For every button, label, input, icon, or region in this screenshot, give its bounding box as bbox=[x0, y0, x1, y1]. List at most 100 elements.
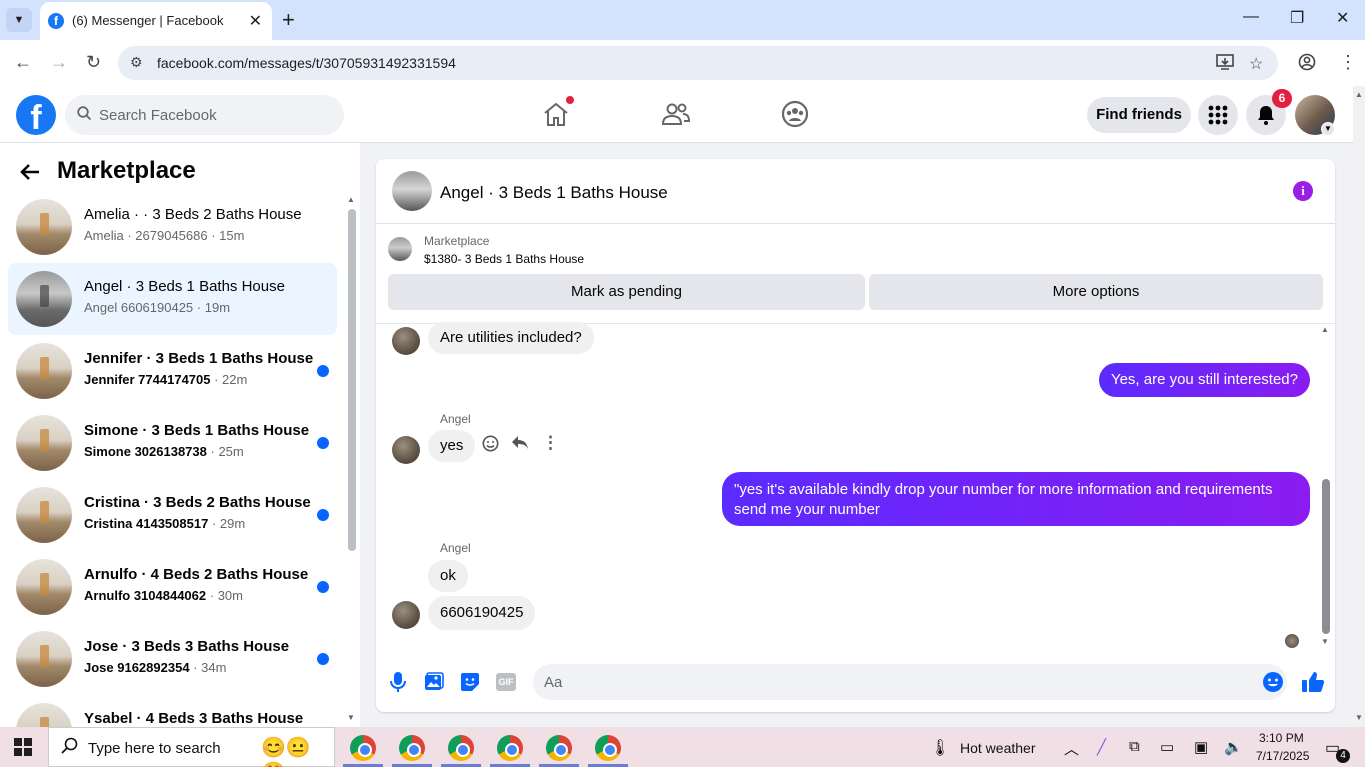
chrome-icon[interactable] bbox=[497, 735, 523, 761]
back-arrow-icon[interactable]: ← bbox=[14, 52, 32, 73]
groups-icon[interactable] bbox=[775, 98, 815, 130]
conversation-preview: Jose 9162892354 · 34m bbox=[84, 660, 227, 675]
incoming-message[interactable]: yes bbox=[428, 430, 476, 462]
outgoing-message[interactable]: "yes it's available kindly drop your num… bbox=[722, 472, 1310, 526]
meet-now-icon[interactable]: ⧉ bbox=[1129, 738, 1140, 755]
chevron-up-icon[interactable]: ︿ bbox=[1064, 738, 1079, 759]
chrome-icon[interactable] bbox=[399, 735, 425, 761]
chrome-icon[interactable] bbox=[350, 735, 376, 761]
chat-title[interactable]: Angel · 3 Beds 1 Baths House bbox=[440, 183, 668, 203]
scroll-down-icon[interactable]: ▼ bbox=[347, 713, 355, 722]
reload-icon[interactable]: ↻ bbox=[86, 52, 101, 73]
gif-icon[interactable]: GIF bbox=[492, 668, 520, 696]
conversation-item[interactable]: Arnulfo · 4 Beds 2 Baths House Arnulfo 3… bbox=[8, 551, 337, 623]
listing-title[interactable]: $1380- 3 Beds 1 Baths House bbox=[424, 252, 584, 266]
account-icon[interactable] bbox=[1298, 53, 1316, 76]
chat-avatar[interactable] bbox=[392, 171, 432, 211]
chrome-icon[interactable] bbox=[595, 735, 621, 761]
network-icon[interactable]: ▣ bbox=[1194, 738, 1208, 756]
window-close-icon[interactable]: ✕ bbox=[1336, 8, 1349, 28]
emoji-icon[interactable] bbox=[1259, 668, 1287, 696]
search-input[interactable] bbox=[99, 95, 329, 135]
photo-icon[interactable] bbox=[420, 668, 448, 696]
windows-icon[interactable] bbox=[14, 738, 32, 756]
conversation-name: Jennifer · 3 Beds 1 Baths House bbox=[84, 350, 314, 367]
volume-icon[interactable]: 🔈 bbox=[1224, 738, 1243, 756]
conversation-item[interactable]: Ysabel · 4 Beds 3 Baths House bbox=[8, 695, 337, 727]
address-bar[interactable]: ⚙ facebook.com/messages/t/30705931492331… bbox=[118, 46, 1278, 80]
conversation-item[interactable]: Angel · 3 Beds 1 Baths House Angel 66061… bbox=[8, 263, 337, 335]
mark-as-pending-button[interactable]: Mark as pending bbox=[388, 274, 865, 310]
account-chevron-icon[interactable]: ▼ bbox=[1321, 122, 1335, 136]
sticker-icon[interactable] bbox=[456, 668, 484, 696]
chrome-icon[interactable] bbox=[546, 735, 572, 761]
sender-avatar[interactable] bbox=[392, 327, 420, 355]
unread-dot bbox=[317, 509, 329, 521]
apps-grid-icon[interactable] bbox=[1198, 95, 1238, 135]
sender-avatar[interactable] bbox=[392, 436, 420, 464]
find-friends-button[interactable]: Find friends bbox=[1087, 97, 1191, 133]
taskbar-search[interactable]: Type here to search 😊😐😍 bbox=[48, 727, 335, 767]
more-icon[interactable]: ⋮ bbox=[542, 433, 559, 453]
tab-search-button[interactable]: ▼ bbox=[6, 8, 32, 32]
url-text[interactable]: facebook.com/messages/t/3070593149233159… bbox=[157, 55, 456, 71]
new-tab-button[interactable]: + bbox=[282, 7, 295, 33]
browser-tab[interactable]: f (6) Messenger | Facebook ✕ bbox=[40, 2, 272, 40]
conversation-item[interactable]: Cristina · 3 Beds 2 Baths House Cristina… bbox=[8, 479, 337, 551]
conversation-item[interactable]: Jose · 3 Beds 3 Baths House Jose 9162892… bbox=[8, 623, 337, 695]
thermometer-icon: 🌡 bbox=[930, 740, 951, 757]
listing-thumbnail bbox=[16, 703, 72, 727]
listing-thumbnail bbox=[16, 271, 72, 327]
more-options-button[interactable]: More options bbox=[869, 274, 1323, 310]
battery-icon[interactable]: ▭ bbox=[1160, 738, 1174, 756]
conversation-item[interactable]: Simone · 3 Beds 1 Baths House Simone 302… bbox=[8, 407, 337, 479]
scrollbar-thumb[interactable] bbox=[348, 209, 356, 551]
conversation-name: Ysabel · 4 Beds 3 Baths House bbox=[84, 710, 304, 727]
star-icon[interactable]: ☆ bbox=[1249, 54, 1263, 74]
incoming-message[interactable]: Are utilities included? bbox=[428, 322, 594, 354]
info-icon[interactable]: i bbox=[1293, 181, 1313, 201]
chat-header: Angel · 3 Beds 1 Baths House i bbox=[376, 159, 1335, 224]
sidebar-scrollbar[interactable]: ▲ ▼ bbox=[347, 195, 357, 725]
weather-widget[interactable]: Hot weather bbox=[960, 740, 1035, 756]
outgoing-message[interactable]: Yes, are you still interested? bbox=[1098, 363, 1310, 397]
search-icon bbox=[77, 106, 92, 125]
facebook-search[interactable] bbox=[65, 95, 344, 135]
listing-thumbnail[interactable] bbox=[388, 237, 412, 261]
tab-close-icon[interactable]: ✕ bbox=[249, 11, 262, 31]
friends-icon[interactable] bbox=[656, 98, 696, 130]
clock-time[interactable]: 3:10 PM bbox=[1259, 731, 1304, 745]
incoming-message[interactable]: ok bbox=[428, 560, 468, 592]
clock-date[interactable]: 7/17/2025 bbox=[1256, 749, 1309, 763]
restore-icon[interactable]: ❐ bbox=[1290, 8, 1304, 28]
conversation-item[interactable]: Amelia · · 3 Beds 2 Baths House Amelia ·… bbox=[8, 191, 337, 263]
install-icon[interactable] bbox=[1216, 54, 1234, 75]
scroll-down-icon[interactable]: ▼ bbox=[1321, 637, 1329, 646]
facebook-logo[interactable]: f bbox=[16, 95, 56, 137]
react-smile-icon[interactable] bbox=[482, 435, 499, 457]
like-icon[interactable] bbox=[1299, 668, 1327, 696]
home-icon[interactable] bbox=[536, 96, 576, 130]
reply-icon[interactable] bbox=[511, 435, 529, 456]
sender-avatar[interactable] bbox=[392, 601, 420, 629]
forward-arrow-icon[interactable]: → bbox=[50, 52, 68, 73]
message-input[interactable] bbox=[533, 664, 1287, 700]
minimize-icon[interactable]: — bbox=[1243, 8, 1259, 26]
back-arrow-icon[interactable] bbox=[20, 161, 40, 187]
chrome-icon[interactable] bbox=[448, 735, 474, 761]
chat-scrollbar[interactable]: ▲ ▼ bbox=[1320, 325, 1332, 655]
menu-icon[interactable]: ⋮ bbox=[1339, 52, 1357, 73]
pen-icon[interactable]: ╱ bbox=[1097, 738, 1106, 756]
scroll-up-icon[interactable]: ▲ bbox=[1355, 90, 1363, 99]
incoming-message[interactable]: 6606190425 bbox=[428, 596, 536, 630]
scroll-down-icon[interactable]: ▼ bbox=[1355, 713, 1363, 722]
scroll-up-icon[interactable]: ▲ bbox=[347, 195, 355, 204]
unread-dot bbox=[317, 365, 329, 377]
conversation-item[interactable]: Jennifer · 3 Beds 1 Baths House Jennifer… bbox=[8, 335, 337, 407]
site-settings-icon[interactable]: ⚙ bbox=[130, 54, 143, 71]
mic-icon[interactable] bbox=[384, 668, 412, 696]
page-scrollbar[interactable]: ▲ ▼ bbox=[1353, 86, 1365, 727]
scroll-up-icon[interactable]: ▲ bbox=[1321, 325, 1329, 334]
conversation-preview: Cristina 4143508517 · 29m bbox=[84, 516, 246, 531]
scrollbar-thumb[interactable] bbox=[1322, 479, 1330, 634]
